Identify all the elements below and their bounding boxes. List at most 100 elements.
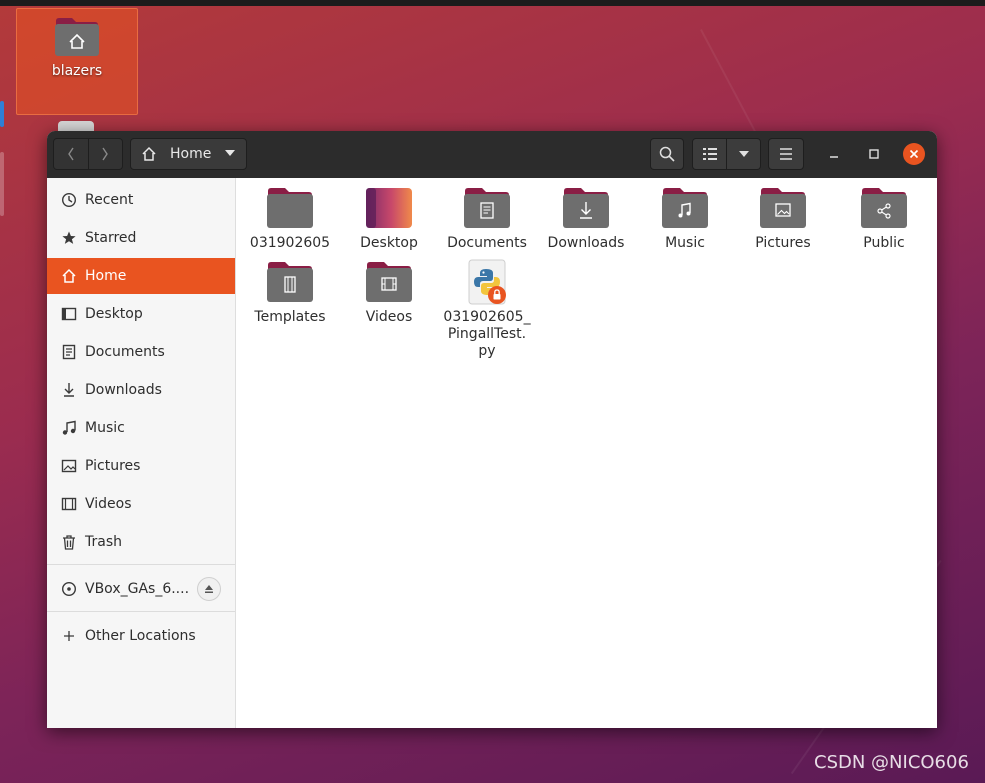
dock-indicator: [0, 101, 4, 127]
star-icon: [61, 230, 77, 246]
desktop-home-icon[interactable]: blazers: [16, 8, 138, 115]
sidebar-item-other-locations[interactable]: Other Locations: [47, 618, 235, 654]
file-label: Public: [863, 235, 905, 251]
picture-icon: [61, 458, 77, 474]
eject-button[interactable]: [197, 577, 221, 601]
chevron-down-icon: [738, 151, 749, 157]
chevron-down-icon: [225, 150, 235, 156]
file-item-videos[interactable]: Videos: [341, 261, 437, 326]
file-label: Pictures: [755, 235, 811, 251]
sidebar-item-pictures[interactable]: Pictures: [47, 448, 235, 484]
file-label: Templates: [254, 309, 326, 325]
sidebar-item-home[interactable]: Home: [47, 258, 235, 294]
plus-icon: [61, 628, 77, 644]
chevron-right-icon: [102, 147, 109, 161]
file-item-templates[interactable]: Templates: [242, 261, 338, 326]
search-icon: [659, 146, 675, 162]
path-label: Home: [170, 146, 212, 162]
forward-button[interactable]: [87, 139, 122, 169]
sidebar-item-label: Desktop: [85, 306, 143, 322]
sidebar-item-label: Downloads: [85, 382, 162, 398]
desktop-icon: [61, 306, 77, 322]
download-icon: [61, 382, 77, 398]
desktop-folder-icon: [366, 188, 412, 228]
file-item-desktop[interactable]: Desktop: [341, 187, 437, 252]
home-icon: [61, 268, 77, 284]
sidebar-item-downloads[interactable]: Downloads: [47, 372, 235, 408]
file-item-pingalltest-py[interactable]: 031902605_ PingallTest. py: [439, 259, 535, 360]
nav-buttons: [53, 138, 123, 170]
minimize-icon: [830, 156, 838, 158]
sidebar-item-desktop[interactable]: Desktop: [47, 296, 235, 332]
file-manager-window: Home Recent Starred Home Desktop Documen…: [47, 131, 937, 728]
documents-folder-icon: [464, 188, 510, 228]
document-icon: [61, 344, 77, 360]
sidebar-item-label: Videos: [85, 496, 132, 512]
downloads-folder-icon: [563, 188, 609, 228]
home-folder-icon: [55, 18, 99, 56]
path-bar-home[interactable]: Home: [130, 138, 247, 170]
sidebar-item-vbox-device[interactable]: VBox_GAs_6....: [47, 571, 235, 607]
sidebar-item-documents[interactable]: Documents: [47, 334, 235, 370]
file-label-line: py: [478, 343, 496, 359]
minimize-button[interactable]: [823, 143, 845, 165]
file-label: Videos: [365, 309, 413, 325]
sidebar-item-music[interactable]: Music: [47, 410, 235, 446]
view-options-button[interactable]: [726, 139, 760, 169]
file-label: Documents: [447, 235, 527, 251]
chevron-left-icon: [67, 147, 74, 161]
watermark: CSDN @NICO606: [814, 752, 969, 773]
sidebar-item-starred[interactable]: Starred: [47, 220, 235, 256]
music-icon: [61, 420, 77, 436]
list-icon: [702, 148, 717, 160]
sidebar-item-trash[interactable]: Trash: [47, 524, 235, 560]
python-file-icon: [468, 259, 506, 305]
close-icon: [909, 149, 919, 159]
sidebar-separator: [47, 564, 235, 565]
file-label-line: PingallTest.: [447, 326, 527, 342]
templates-folder-icon: [267, 262, 313, 302]
file-item-031902605[interactable]: 031902605: [242, 187, 338, 252]
maximize-button[interactable]: [863, 143, 885, 165]
video-icon: [61, 496, 77, 512]
top-panel: [0, 0, 985, 6]
file-item-music[interactable]: Music: [637, 187, 733, 252]
sidebar-item-label: Starred: [85, 230, 137, 246]
file-item-documents[interactable]: Documents: [439, 187, 535, 252]
sidebar-item-label: Pictures: [85, 458, 141, 474]
file-item-downloads[interactable]: Downloads: [538, 187, 634, 252]
videos-folder-icon: [366, 262, 412, 302]
sidebar-item-videos[interactable]: Videos: [47, 486, 235, 522]
close-button[interactable]: [903, 143, 925, 165]
menu-button[interactable]: [768, 138, 804, 170]
trash-icon: [61, 534, 77, 550]
sidebar-item-label: Trash: [85, 534, 122, 550]
sidebar-item-label: Music: [85, 420, 125, 436]
dock-edge: [0, 6, 12, 783]
headerbar: Home: [47, 131, 937, 178]
search-button[interactable]: [650, 138, 684, 170]
desktop-home-label: blazers: [51, 63, 103, 79]
file-item-pictures[interactable]: Pictures: [735, 187, 831, 252]
music-folder-icon: [662, 188, 708, 228]
back-button[interactable]: [54, 139, 88, 169]
clock-icon: [61, 192, 77, 208]
sidebar-separator: [47, 611, 235, 612]
hamburger-icon: [780, 148, 792, 160]
file-label: Downloads: [547, 235, 625, 251]
eject-icon: [205, 585, 213, 593]
public-folder-icon: [861, 188, 907, 228]
dock-item[interactable]: [0, 152, 4, 216]
list-view-button[interactable]: [693, 139, 726, 169]
file-label: 031902605_ PingallTest. py: [443, 309, 530, 360]
file-item-public[interactable]: Public: [836, 187, 932, 252]
sidebar-item-label: Other Locations: [85, 628, 196, 644]
pictures-folder-icon: [760, 188, 806, 228]
sidebar-item-label: Home: [85, 268, 127, 284]
disc-icon: [61, 581, 77, 597]
sidebar-item-recent[interactable]: Recent: [47, 182, 235, 218]
maximize-icon: [869, 149, 879, 159]
sidebar-item-label: Recent: [85, 192, 134, 208]
home-icon: [142, 146, 156, 161]
file-label: Music: [665, 235, 705, 251]
